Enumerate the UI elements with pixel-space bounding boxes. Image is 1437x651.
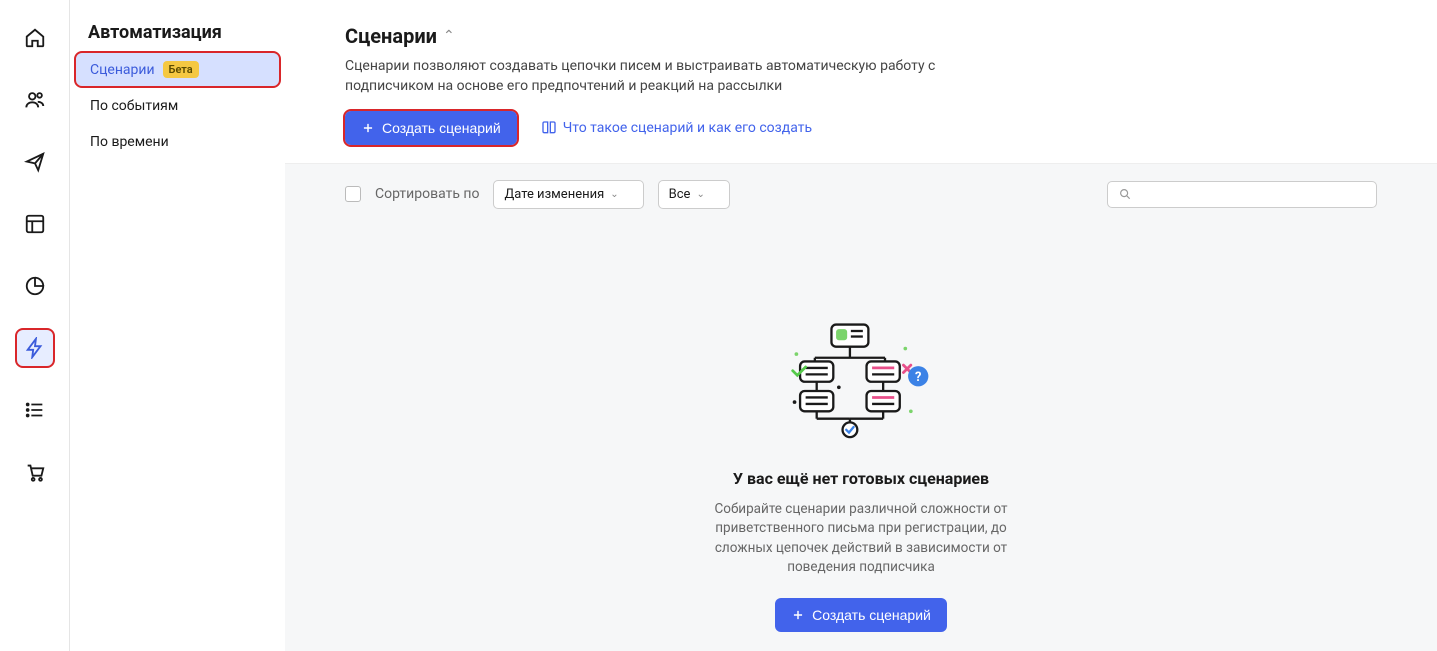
help-link-label: Что такое сценарий и как его создать <box>563 120 812 136</box>
sort-label: Сортировать по <box>375 186 479 202</box>
nav-users-icon[interactable] <box>17 82 53 118</box>
collapse-icon[interactable]: ⌃ <box>443 28 455 44</box>
icon-rail <box>0 0 70 651</box>
empty-create-label: Создать сценарий <box>812 607 931 623</box>
plus-icon <box>361 121 375 135</box>
filter-select[interactable]: Все ⌄ <box>658 180 730 209</box>
nav-list-icon[interactable] <box>17 392 53 428</box>
sidebar-item-label: По событиям <box>90 98 178 114</box>
book-icon <box>541 120 557 136</box>
nav-chart-icon[interactable] <box>17 268 53 304</box>
sidebar: Автоматизация Сценарии Бета По событиям … <box>70 0 285 651</box>
create-scenario-button[interactable]: Создать сценарий <box>345 111 517 145</box>
search-icon <box>1118 187 1132 201</box>
search-input[interactable] <box>1138 187 1366 202</box>
sidebar-item-time[interactable]: По времени <box>76 126 279 158</box>
select-all-checkbox[interactable] <box>345 186 361 202</box>
nav-send-icon[interactable] <box>17 144 53 180</box>
empty-title: У вас ещё нет готовых сценариев <box>733 469 989 488</box>
sidebar-item-label: Сценарии <box>90 62 155 78</box>
chevron-down-icon: ⌄ <box>696 189 704 200</box>
empty-state: ? <box>285 225 1437 651</box>
beta-badge: Бета <box>163 61 199 78</box>
help-link[interactable]: Что такое сценарий и как его создать <box>541 120 812 136</box>
svg-text:?: ? <box>915 369 921 384</box>
search-box[interactable] <box>1107 181 1377 208</box>
nav-home-icon[interactable] <box>17 20 53 56</box>
nav-cart-icon[interactable] <box>17 454 53 490</box>
sort-select-value: Дате изменения <box>504 187 604 202</box>
page-description: Сценарии позволяют создавать цепочки пис… <box>345 56 985 97</box>
main-header: Сценарии ⌃ Сценарии позволяют создавать … <box>285 0 1437 163</box>
plus-icon <box>791 608 805 622</box>
filter-select-value: Все <box>669 187 691 202</box>
nav-layout-icon[interactable] <box>17 206 53 242</box>
main: Сценарии ⌃ Сценарии позволяют создавать … <box>285 0 1437 651</box>
sidebar-item-label: По времени <box>90 134 169 150</box>
sidebar-title: Автоматизация <box>70 22 285 53</box>
chevron-down-icon: ⌄ <box>610 189 618 200</box>
create-button-label: Создать сценарий <box>382 120 501 136</box>
empty-illustration: ? <box>786 319 936 439</box>
sidebar-item-scenarios[interactable]: Сценарии Бета <box>76 53 279 86</box>
sidebar-item-events[interactable]: По событиям <box>76 90 279 122</box>
empty-description: Собирайте сценарии различной сложности о… <box>701 500 1021 578</box>
sort-select[interactable]: Дате изменения ⌄ <box>493 180 643 209</box>
empty-create-button[interactable]: Создать сценарий <box>775 598 947 632</box>
nav-automation-icon[interactable] <box>17 330 53 366</box>
toolbar: Сортировать по Дате изменения ⌄ Все ⌄ <box>285 163 1437 225</box>
page-title: Сценарии <box>345 24 437 48</box>
